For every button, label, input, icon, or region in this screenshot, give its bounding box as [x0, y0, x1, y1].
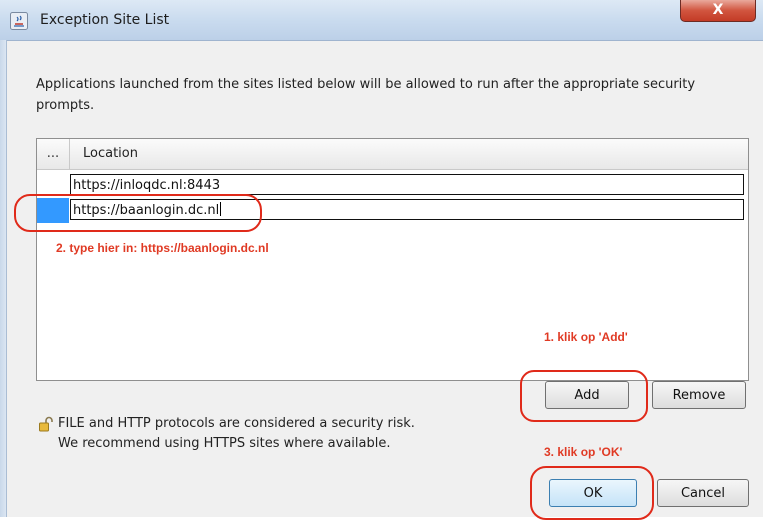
- window-frame-edge: [0, 40, 7, 517]
- column-header-select[interactable]: ...: [37, 139, 70, 169]
- annotation-step-1: 1. klik op 'Add': [544, 330, 628, 344]
- annotation-step-3: 3. klik op 'OK': [544, 445, 623, 459]
- location-cell[interactable]: https://inloqdc.nl:8443: [70, 174, 744, 195]
- cancel-button[interactable]: Cancel: [657, 479, 749, 507]
- ok-button[interactable]: OK: [549, 479, 637, 507]
- security-note-line-1: FILE and HTTP protocols are considered a…: [58, 416, 415, 431]
- security-note-line-2: We recommend using HTTPS sites where ava…: [58, 436, 391, 451]
- security-note: FILE and HTTP protocols are considered a…: [58, 414, 415, 454]
- close-button[interactable]: X: [680, 0, 756, 22]
- close-icon: X: [712, 2, 724, 18]
- site-list-table: ... Location https://inloqdc.nl:8443 htt…: [36, 138, 749, 381]
- exception-site-list-dialog: Exception Site List X Applications launc…: [0, 0, 763, 520]
- title-bar: Exception Site List X: [0, 0, 763, 41]
- description-text: Applications launched from the sites lis…: [36, 77, 696, 113]
- table-header: ... Location: [37, 139, 748, 170]
- highlight-loop-input: [14, 194, 262, 232]
- window-title: Exception Site List: [40, 12, 170, 28]
- annotation-step-2: 2. type hier in: https://baanlogin.dc.nl: [56, 241, 269, 255]
- unlocked-padlock-icon: [39, 416, 53, 432]
- column-header-location[interactable]: Location: [83, 139, 138, 169]
- remove-button[interactable]: Remove: [652, 381, 746, 409]
- add-button[interactable]: Add: [545, 381, 629, 409]
- java-icon: [10, 12, 28, 30]
